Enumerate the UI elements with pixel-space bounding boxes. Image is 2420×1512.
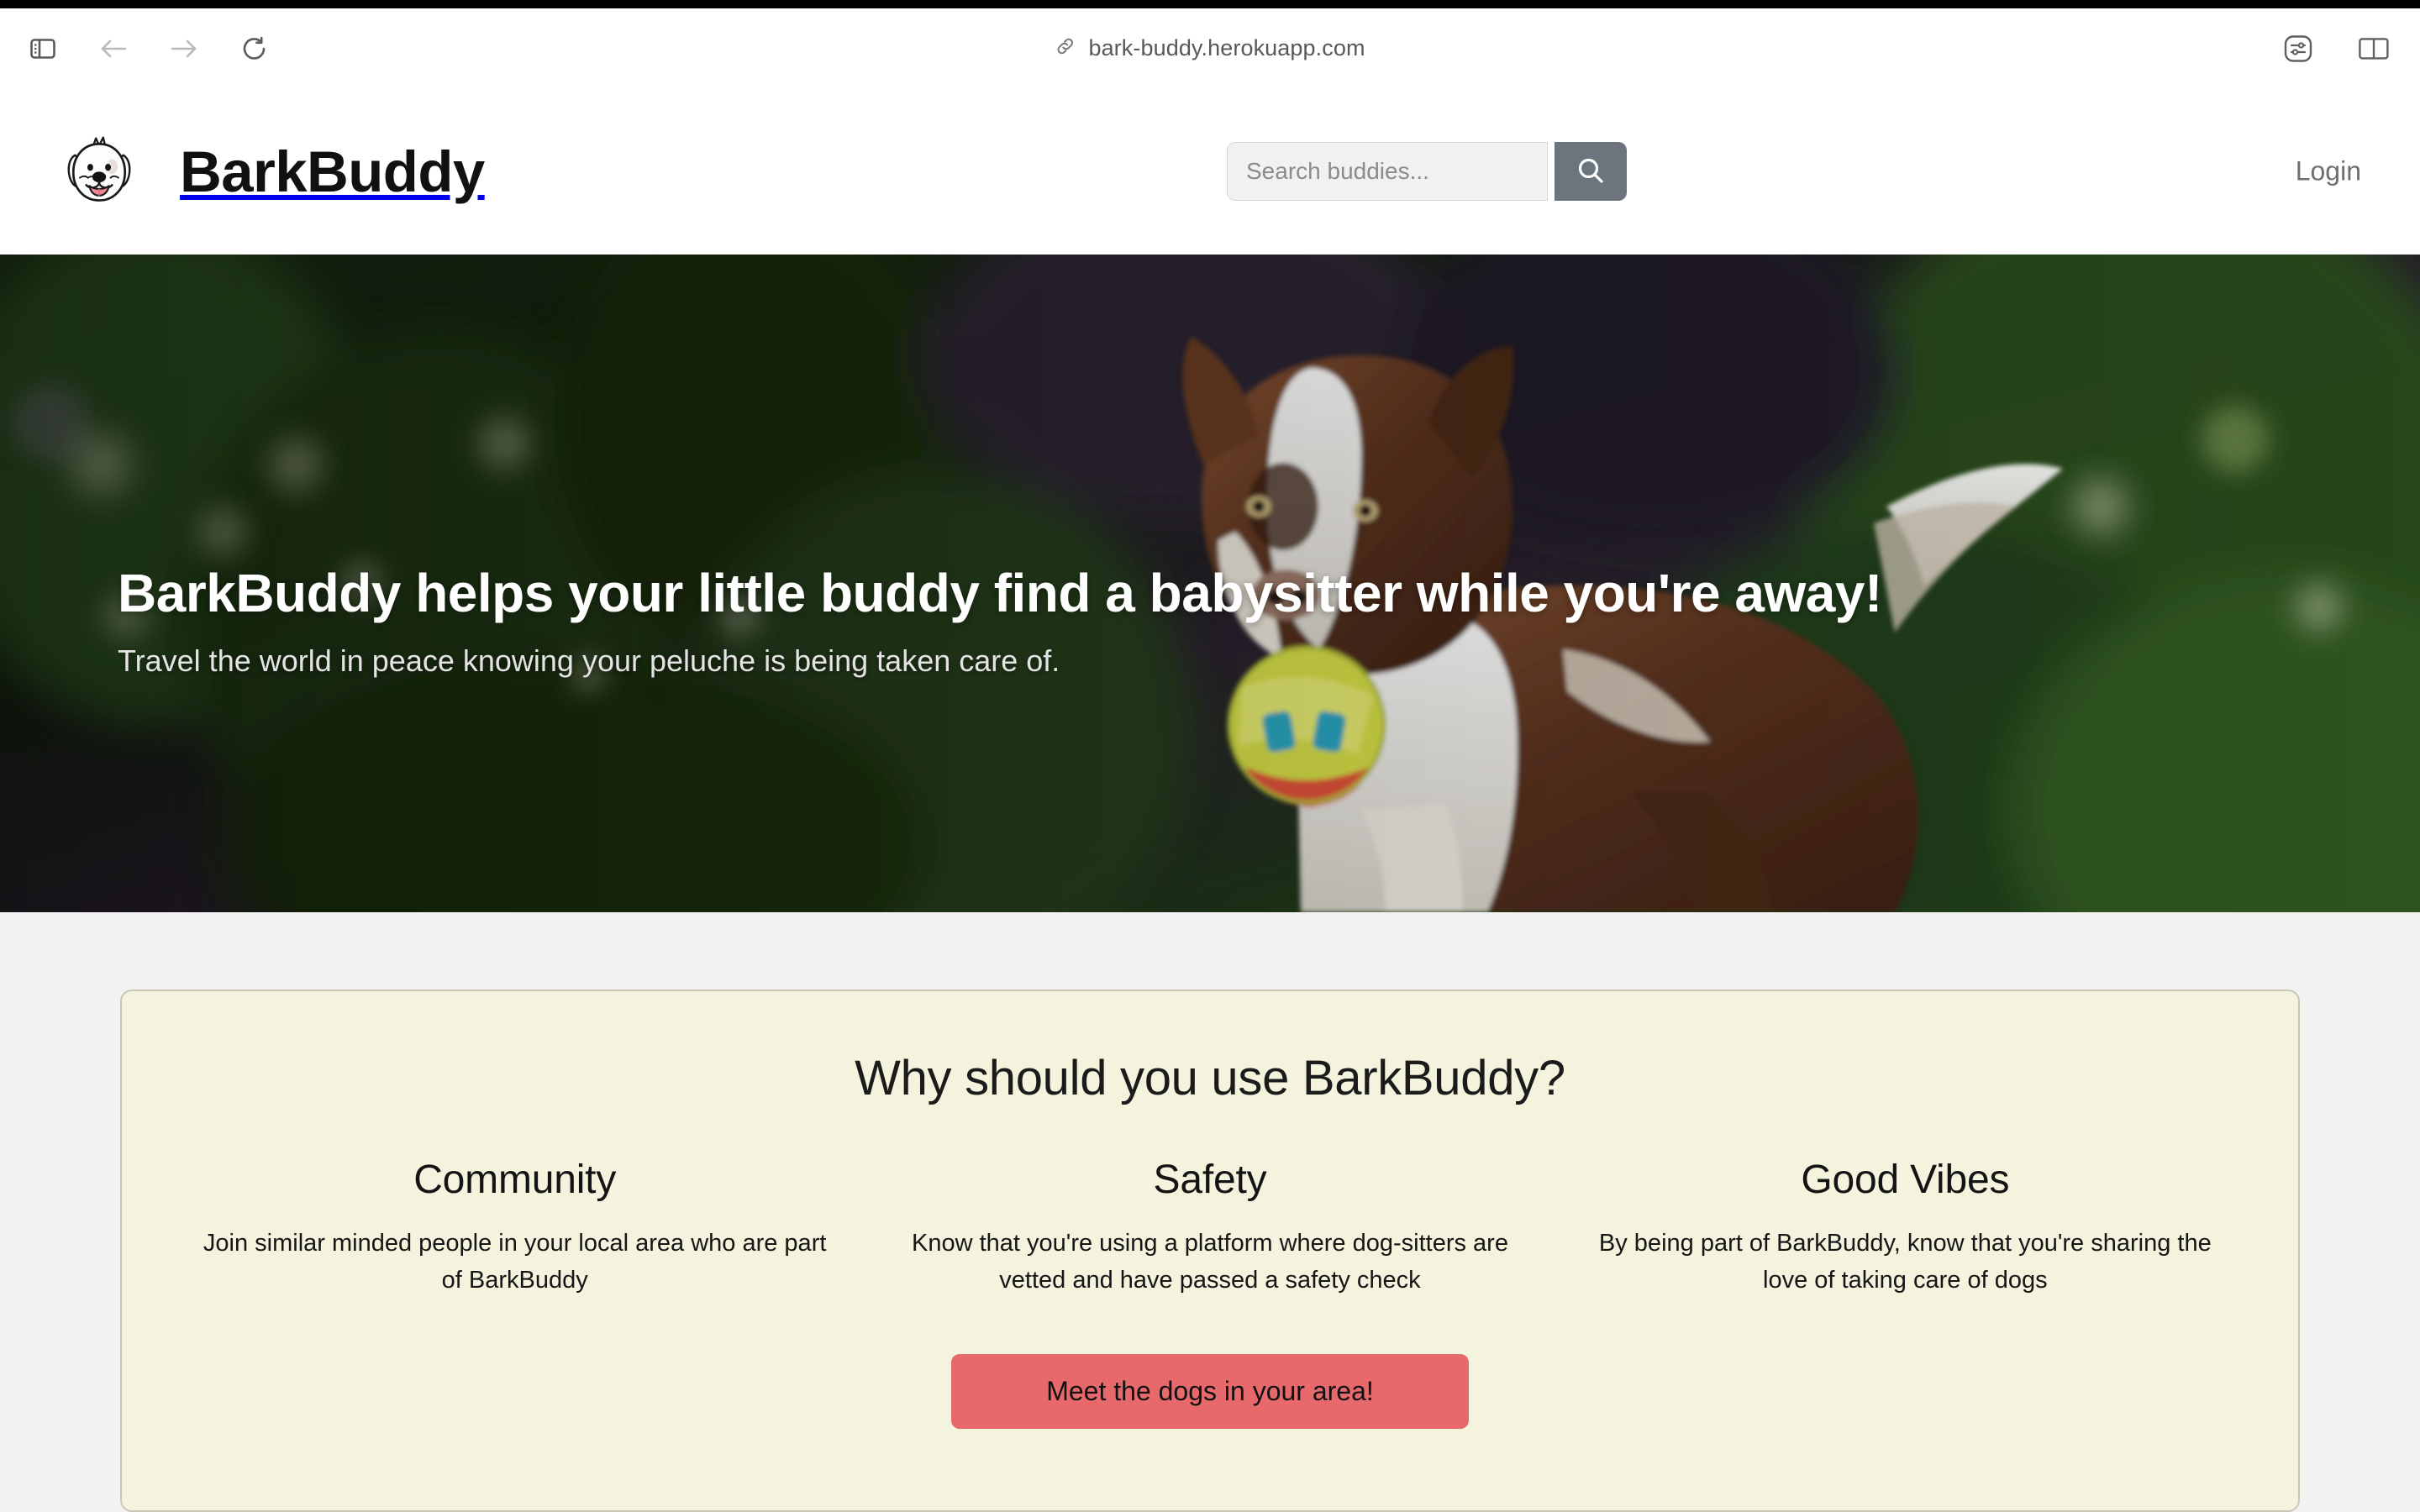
tab-overview-icon[interactable]: [2351, 26, 2396, 71]
sidebar-toggle-icon[interactable]: [20, 26, 66, 71]
hero-subtitle: Travel the world in peace knowing your p…: [118, 643, 1060, 679]
why-column-body: Join similar minded people in your local…: [203, 1230, 827, 1294]
browser-toolbar: bark-buddy.herokuapp.com: [0, 8, 2420, 88]
search-icon: [1576, 155, 1606, 188]
why-column-good-vibes: Good Vibes By being part of BarkBuddy, k…: [1558, 1157, 2253, 1299]
address-bar-area: bark-buddy.herokuapp.com: [0, 8, 2420, 88]
why-column-body: By being part of BarkBuddy, know that yo…: [1598, 1230, 2212, 1294]
brand-name: BarkBuddy: [180, 139, 485, 204]
why-column-safety: Safety Know that you're using a platform…: [862, 1157, 1557, 1299]
link-icon: [1055, 35, 1076, 61]
site-header: BarkBuddy Login: [0, 88, 2420, 255]
toolbar-right-group: [2275, 8, 2396, 88]
reload-icon[interactable]: [232, 26, 277, 71]
search-input[interactable]: [1227, 142, 1548, 201]
why-columns: Community Join similar minded people in …: [122, 1157, 2298, 1299]
why-card: Why should you use BarkBuddy? Community …: [120, 990, 2300, 1512]
toolbar-left-group: [0, 26, 277, 71]
forward-icon[interactable]: [161, 26, 207, 71]
meet-dogs-button[interactable]: Meet the dogs in your area!: [951, 1354, 1469, 1430]
why-column-community: Community Join similar minded people in …: [167, 1157, 862, 1299]
hero-banner: BarkBuddy helps your little buddy find a…: [0, 255, 2420, 912]
search-submit-button[interactable]: [1555, 142, 1627, 201]
why-column-body: Know that you're using a platform where …: [912, 1230, 1508, 1294]
login-link[interactable]: Login: [2296, 156, 2361, 187]
hero-title: BarkBuddy helps your little buddy find a…: [118, 562, 1882, 623]
cta-wrapper: Meet the dogs in your area!: [122, 1354, 2298, 1430]
window-titlebar: [0, 0, 2420, 8]
why-column-title: Safety: [1153, 1158, 1267, 1202]
page-settings-icon[interactable]: [2275, 26, 2321, 71]
back-icon[interactable]: [91, 26, 136, 71]
why-column-title: Good Vibes: [1801, 1158, 2010, 1202]
why-title: Why should you use BarkBuddy?: [855, 1051, 1565, 1105]
url-text: bark-buddy.herokuapp.com: [1088, 35, 1365, 60]
header-search: [1227, 142, 1627, 201]
why-column-title: Community: [413, 1158, 617, 1202]
dog-face-logo-icon: [59, 131, 139, 212]
brand-home-link[interactable]: BarkBuddy: [0, 131, 485, 212]
address-bar[interactable]: bark-buddy.herokuapp.com: [1039, 30, 1380, 66]
why-section: Why should you use BarkBuddy? Community …: [0, 912, 2420, 1512]
hero-copy: BarkBuddy helps your little buddy find a…: [118, 255, 2050, 912]
